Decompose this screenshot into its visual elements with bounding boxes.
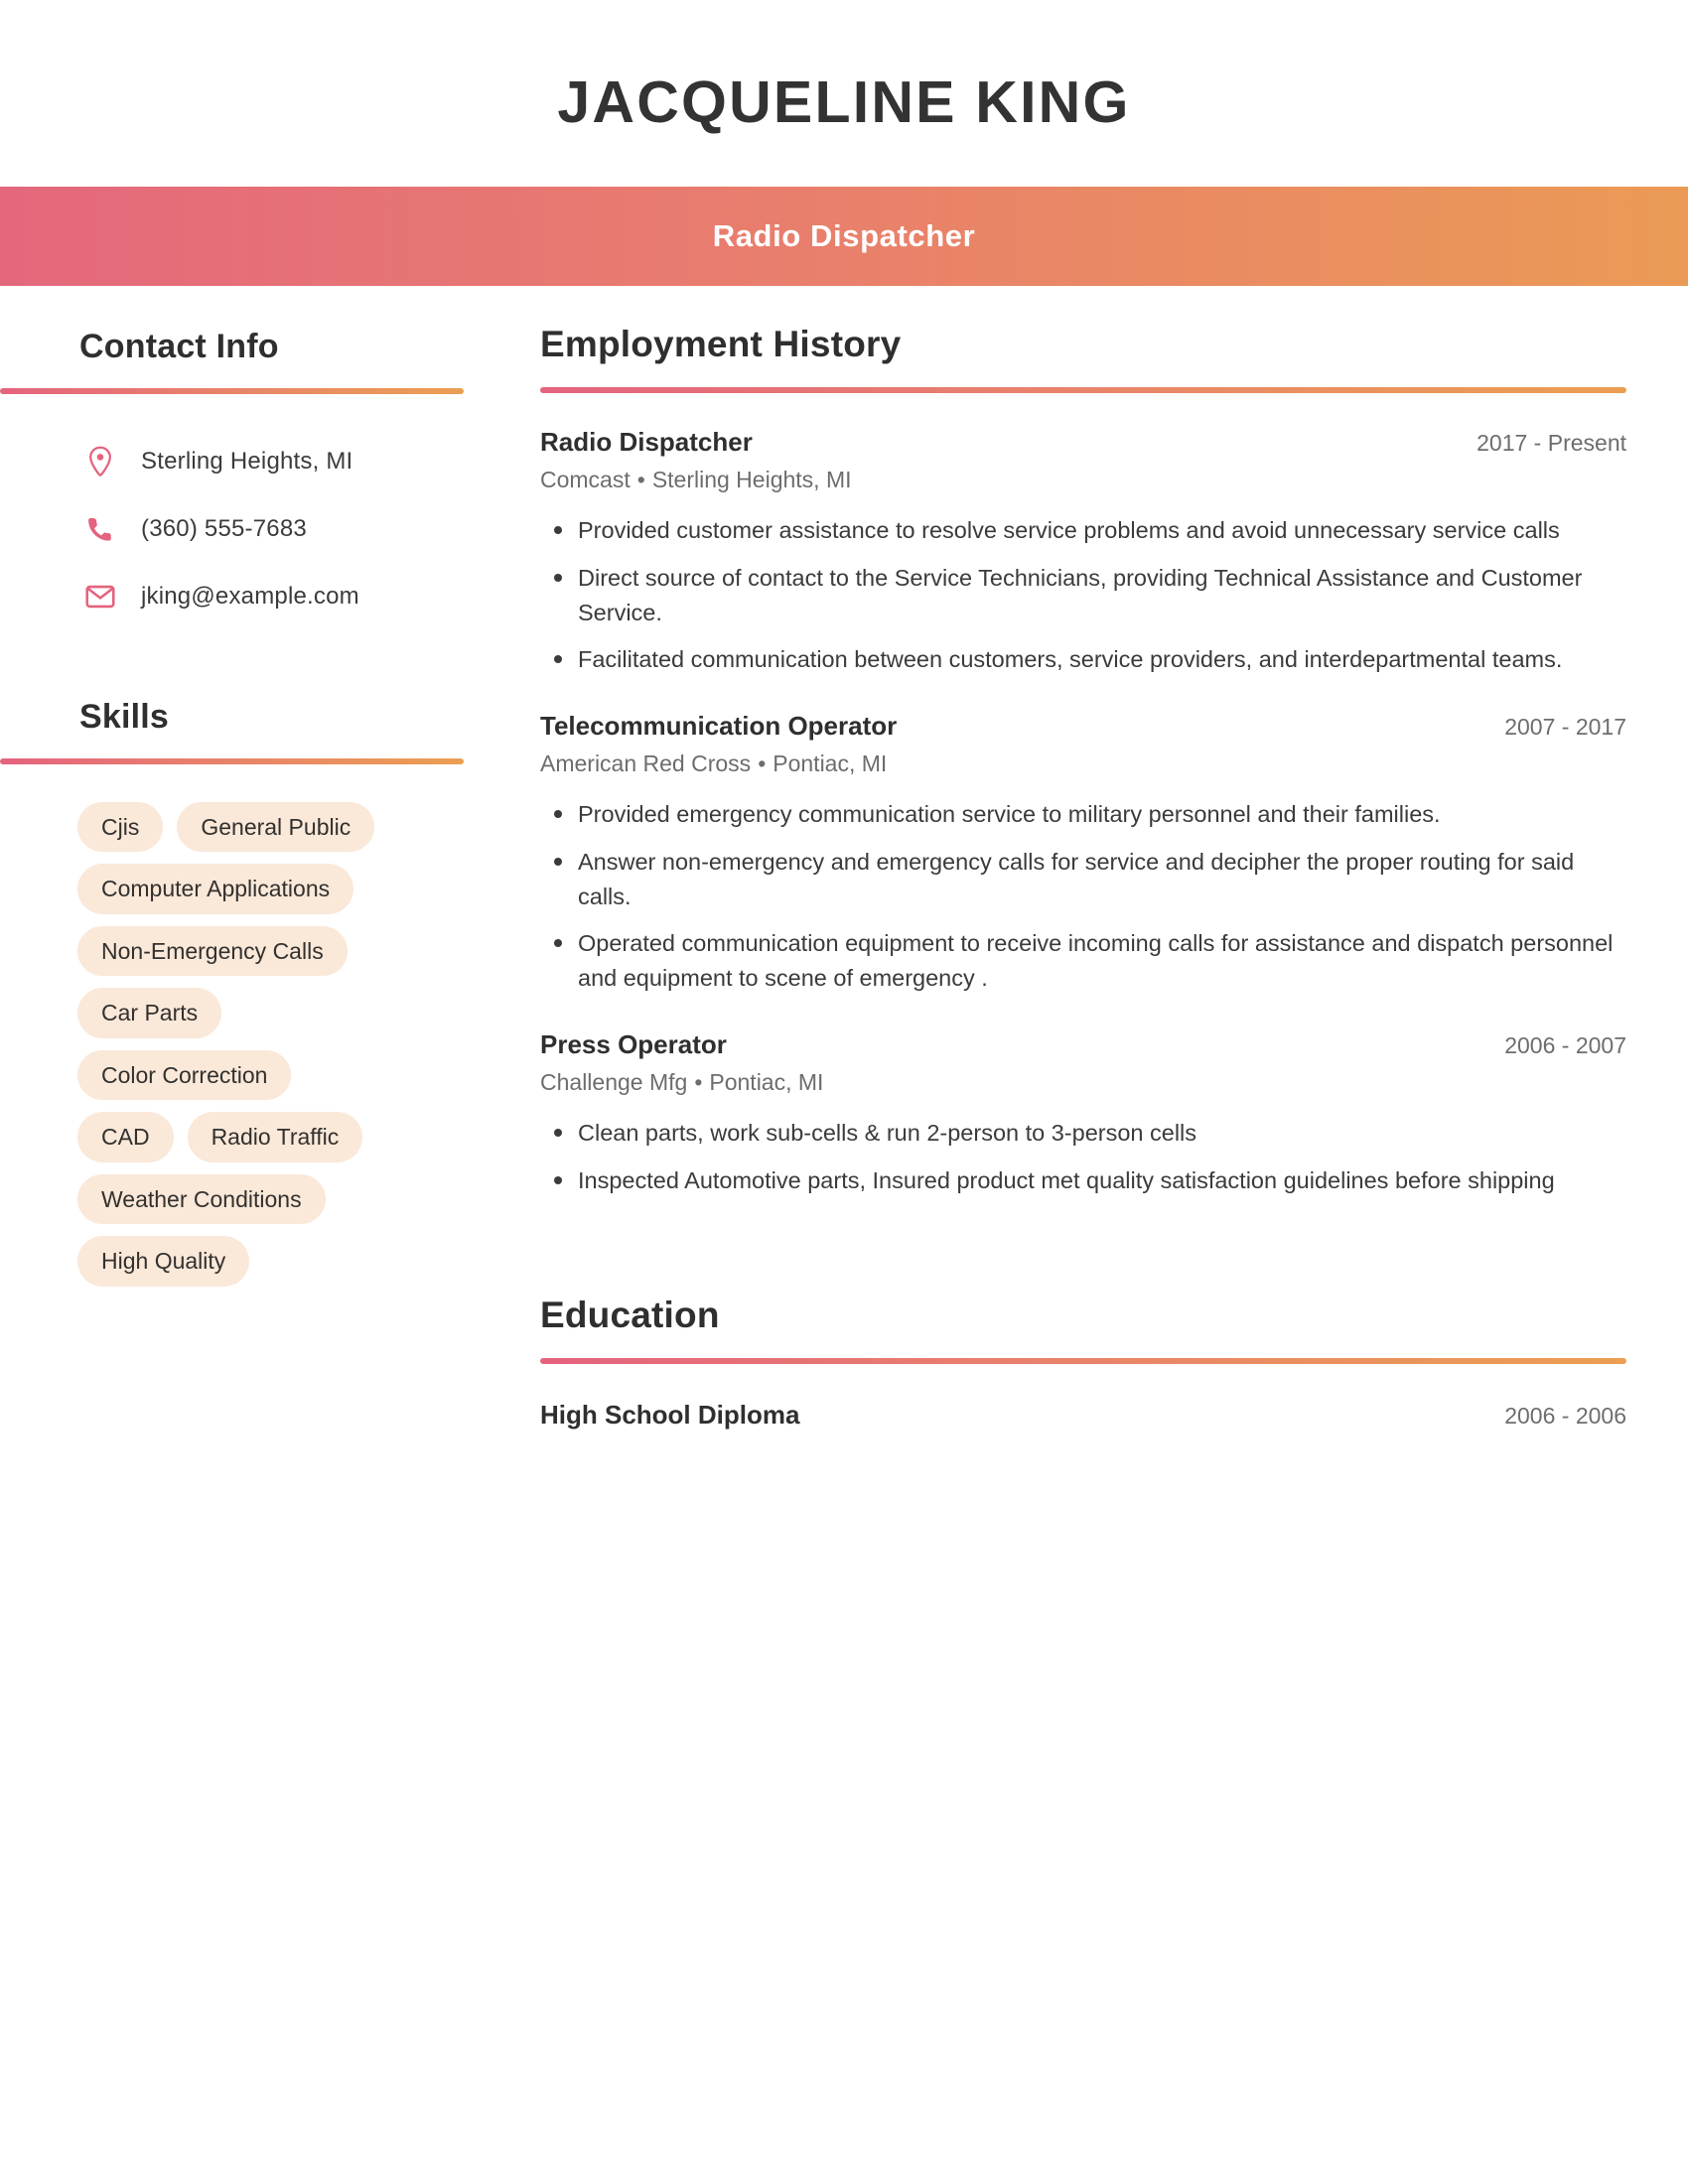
job-bullet-list: Provided emergency communication service… [540, 797, 1626, 996]
location-pin-icon [83, 446, 117, 478]
job-bullet: Operated communication equipment to rece… [540, 926, 1626, 996]
main-content: Employment History Radio Dispatcher 2017… [496, 286, 1688, 1431]
skill-tag[interactable]: Weather Conditions [77, 1173, 326, 1225]
skills-heading: Skills [79, 698, 170, 736]
skill-tag[interactable]: Radio Traffic [187, 1112, 363, 1162]
job-bullet-list: Provided customer assistance to resolve … [540, 513, 1626, 677]
education-degree: High School Diploma [540, 1400, 800, 1431]
job-title: Radio Dispatcher [712, 218, 976, 253]
education-entry: High School Diploma 2006 - 2006 [540, 1400, 1626, 1431]
job-bullet: Provided customer assistance to resolve … [540, 513, 1626, 548]
job-dates: 2006 - 2007 [1504, 1031, 1626, 1058]
skills-tag-list: Cjis General Public Computer Application… [0, 802, 417, 1287]
job-meta: American Red Cross • Pontiac, MI [540, 751, 1626, 777]
job-company: Challenge Mfg [540, 1068, 688, 1095]
education-heading: Education [540, 1295, 720, 1336]
employment-history-heading: Employment History [540, 324, 902, 364]
meta-separator: • [758, 751, 767, 777]
education-divider [540, 1358, 1626, 1365]
job-header: Press Operator 2006 - 2007 [540, 1029, 1626, 1060]
job-entry: Radio Dispatcher 2017 - Present Comcast •… [540, 427, 1626, 677]
skill-tag[interactable]: CAD [77, 1112, 174, 1162]
job-company: Comcast [540, 467, 631, 492]
job-bullet: Direct source of contact to the Service … [540, 561, 1626, 630]
skill-tag[interactable]: Color Correction [77, 1049, 292, 1101]
job-title-banner: Radio Dispatcher [0, 187, 1688, 286]
meta-separator: • [694, 1068, 703, 1095]
contact-item-location[interactable]: Sterling Heights, MI [0, 428, 496, 495]
job-bullet: Provided emergency communication service… [540, 797, 1626, 832]
phone-icon [83, 515, 117, 543]
job-bullet: Facilitated communication between custom… [540, 642, 1626, 677]
job-location: Pontiac, MI [709, 1068, 824, 1095]
page-title: JACQUELINE KING [557, 69, 1131, 135]
skill-tag[interactable]: Computer Applications [77, 864, 354, 914]
job-entry: Press Operator 2006 - 2007 Challenge Mfg… [540, 1029, 1626, 1198]
skill-tag[interactable]: Cjis [77, 802, 164, 853]
job-header: Telecommunication Operator 2007 - 2017 [540, 711, 1626, 742]
skills-divider [0, 758, 464, 764]
contact-info-heading: Contact Info [79, 328, 279, 365]
job-entry: Telecommunication Operator 2007 - 2017 A… [540, 711, 1626, 996]
envelope-icon [83, 584, 117, 610]
contact-location-text: Sterling Heights, MI [141, 448, 353, 475]
header-name-block: JACQUELINE KING [0, 0, 1688, 187]
contact-info-section: Contact Info Sterling Heights, MI (360) … [0, 328, 496, 630]
employment-history-divider [540, 387, 1626, 393]
contact-item-email[interactable]: jking@example.com [0, 563, 496, 630]
skill-tag[interactable]: Non-Emergency Calls [77, 925, 348, 977]
education-section: Education High School Diploma 2006 - 200… [540, 1295, 1626, 1431]
contact-item-phone[interactable]: (360) 555-7683 [0, 495, 496, 563]
resume-page: JACQUELINE KING Radio Dispatcher Contact… [0, 0, 1688, 2184]
job-role: Radio Dispatcher [540, 427, 753, 457]
skill-tag[interactable]: Car Parts [77, 988, 222, 1038]
meta-separator: • [636, 467, 645, 492]
job-bullet: Answer non-emergency and emergency calls… [540, 845, 1626, 914]
contact-phone-text: (360) 555-7683 [141, 515, 307, 542]
body-columns: Contact Info Sterling Heights, MI (360) … [0, 286, 1688, 1431]
job-bullet: Inspected Automotive parts, Insured prod… [540, 1163, 1626, 1198]
job-role: Press Operator [540, 1028, 727, 1059]
job-dates: 2017 - Present [1477, 430, 1626, 456]
job-role: Telecommunication Operator [540, 711, 898, 742]
contact-list: Sterling Heights, MI (360) 555-7683 jkin… [0, 428, 496, 630]
employment-history-section: Employment History Radio Dispatcher 2017… [540, 324, 1626, 1197]
job-meta: Challenge Mfg • Pontiac, MI [540, 1069, 1626, 1096]
job-bullet: Clean parts, work sub-cells & run 2-pers… [540, 1116, 1626, 1151]
contact-info-divider [0, 388, 464, 394]
job-meta: Comcast • Sterling Heights, MI [540, 467, 1626, 493]
job-location: Sterling Heights, MI [651, 467, 852, 492]
job-dates: 2007 - 2017 [1504, 714, 1626, 741]
contact-email-text: jking@example.com [141, 583, 359, 610]
job-bullet-list: Clean parts, work sub-cells & run 2-pers… [540, 1116, 1626, 1198]
sidebar: Contact Info Sterling Heights, MI (360) … [0, 286, 496, 1287]
skill-tag[interactable]: General Public [177, 802, 375, 853]
skill-tag[interactable]: High Quality [77, 1236, 250, 1287]
job-company: American Red Cross [540, 751, 752, 777]
job-location: Pontiac, MI [773, 751, 888, 777]
job-header: Radio Dispatcher 2017 - Present [540, 427, 1626, 458]
skills-section: Skills Cjis General Public Computer Appl… [0, 698, 496, 1287]
education-dates: 2006 - 2006 [1504, 1403, 1626, 1430]
